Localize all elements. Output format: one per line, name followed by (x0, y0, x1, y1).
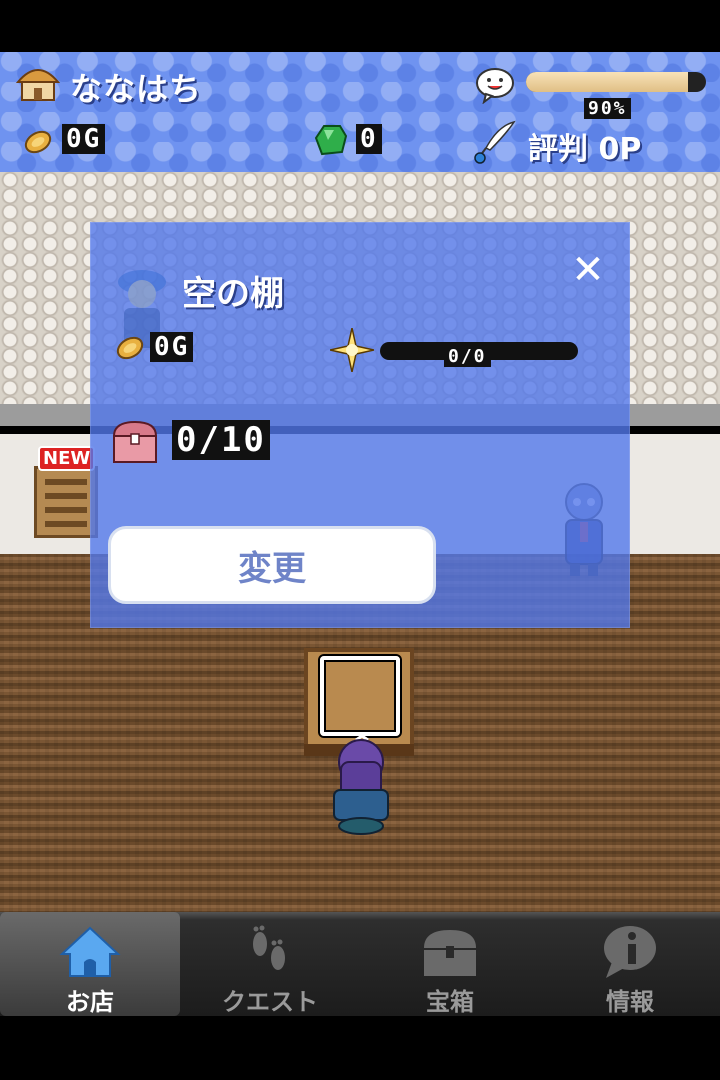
house-icon (59, 926, 121, 977)
tab-label: クエスト (222, 988, 318, 1016)
dialog-title: 空の棚 (182, 274, 284, 314)
mood-bar: 90% (526, 72, 706, 119)
shop-name: ななはち (70, 70, 203, 108)
tab-quest[interactable]: クエスト (180, 912, 360, 1016)
sparkle-icon (330, 328, 374, 372)
shelf-progress-text: 0/0 (444, 346, 491, 367)
player-shopkeeper (333, 736, 389, 835)
gem-icon (314, 125, 348, 156)
tab-shop[interactable]: お店 (0, 912, 180, 1016)
smile-bubble-icon (476, 68, 514, 104)
tab-label: 宝箱 (426, 988, 474, 1016)
price-coin-icon (116, 336, 144, 360)
selection-cursor (320, 656, 400, 736)
gem-amount: 0 (356, 124, 382, 154)
close-icon[interactable]: ✕ (566, 248, 610, 292)
treasure-chest-icon (424, 930, 476, 976)
shop-icon (15, 69, 61, 101)
status-bar: ななはち 90% 0G 0 評判 0P (0, 52, 720, 172)
treasure-chest-icon (112, 420, 158, 463)
gold-amount: 0G (62, 124, 106, 154)
info-bubble-icon (604, 926, 656, 978)
bottom-tab-bar: お店 クエスト 宝箱 情報 (0, 912, 720, 1016)
tab-treasure[interactable]: 宝箱 (360, 912, 540, 1016)
reputation-points: 評判 0P (528, 132, 642, 167)
shelf-stock: 0/10 (172, 420, 270, 460)
new-badge: NEW (38, 446, 96, 471)
mood-bar-fill (526, 72, 688, 92)
mood-percent: 90% (584, 98, 631, 119)
quest-notice-board[interactable] (34, 466, 98, 538)
coin-icon (24, 130, 52, 154)
shelf-dialog: 空の棚 ✕ 0G 0/0 0/10 変更 (90, 222, 630, 628)
tab-label: お店 (66, 988, 114, 1016)
change-button[interactable]: 変更 (108, 526, 436, 604)
tab-label: 情報 (606, 988, 654, 1016)
quill-pen-icon (474, 120, 516, 164)
shelf-price: 0G (150, 332, 194, 362)
footprints-icon (253, 925, 285, 970)
tab-info[interactable]: 情報 (540, 912, 720, 1016)
